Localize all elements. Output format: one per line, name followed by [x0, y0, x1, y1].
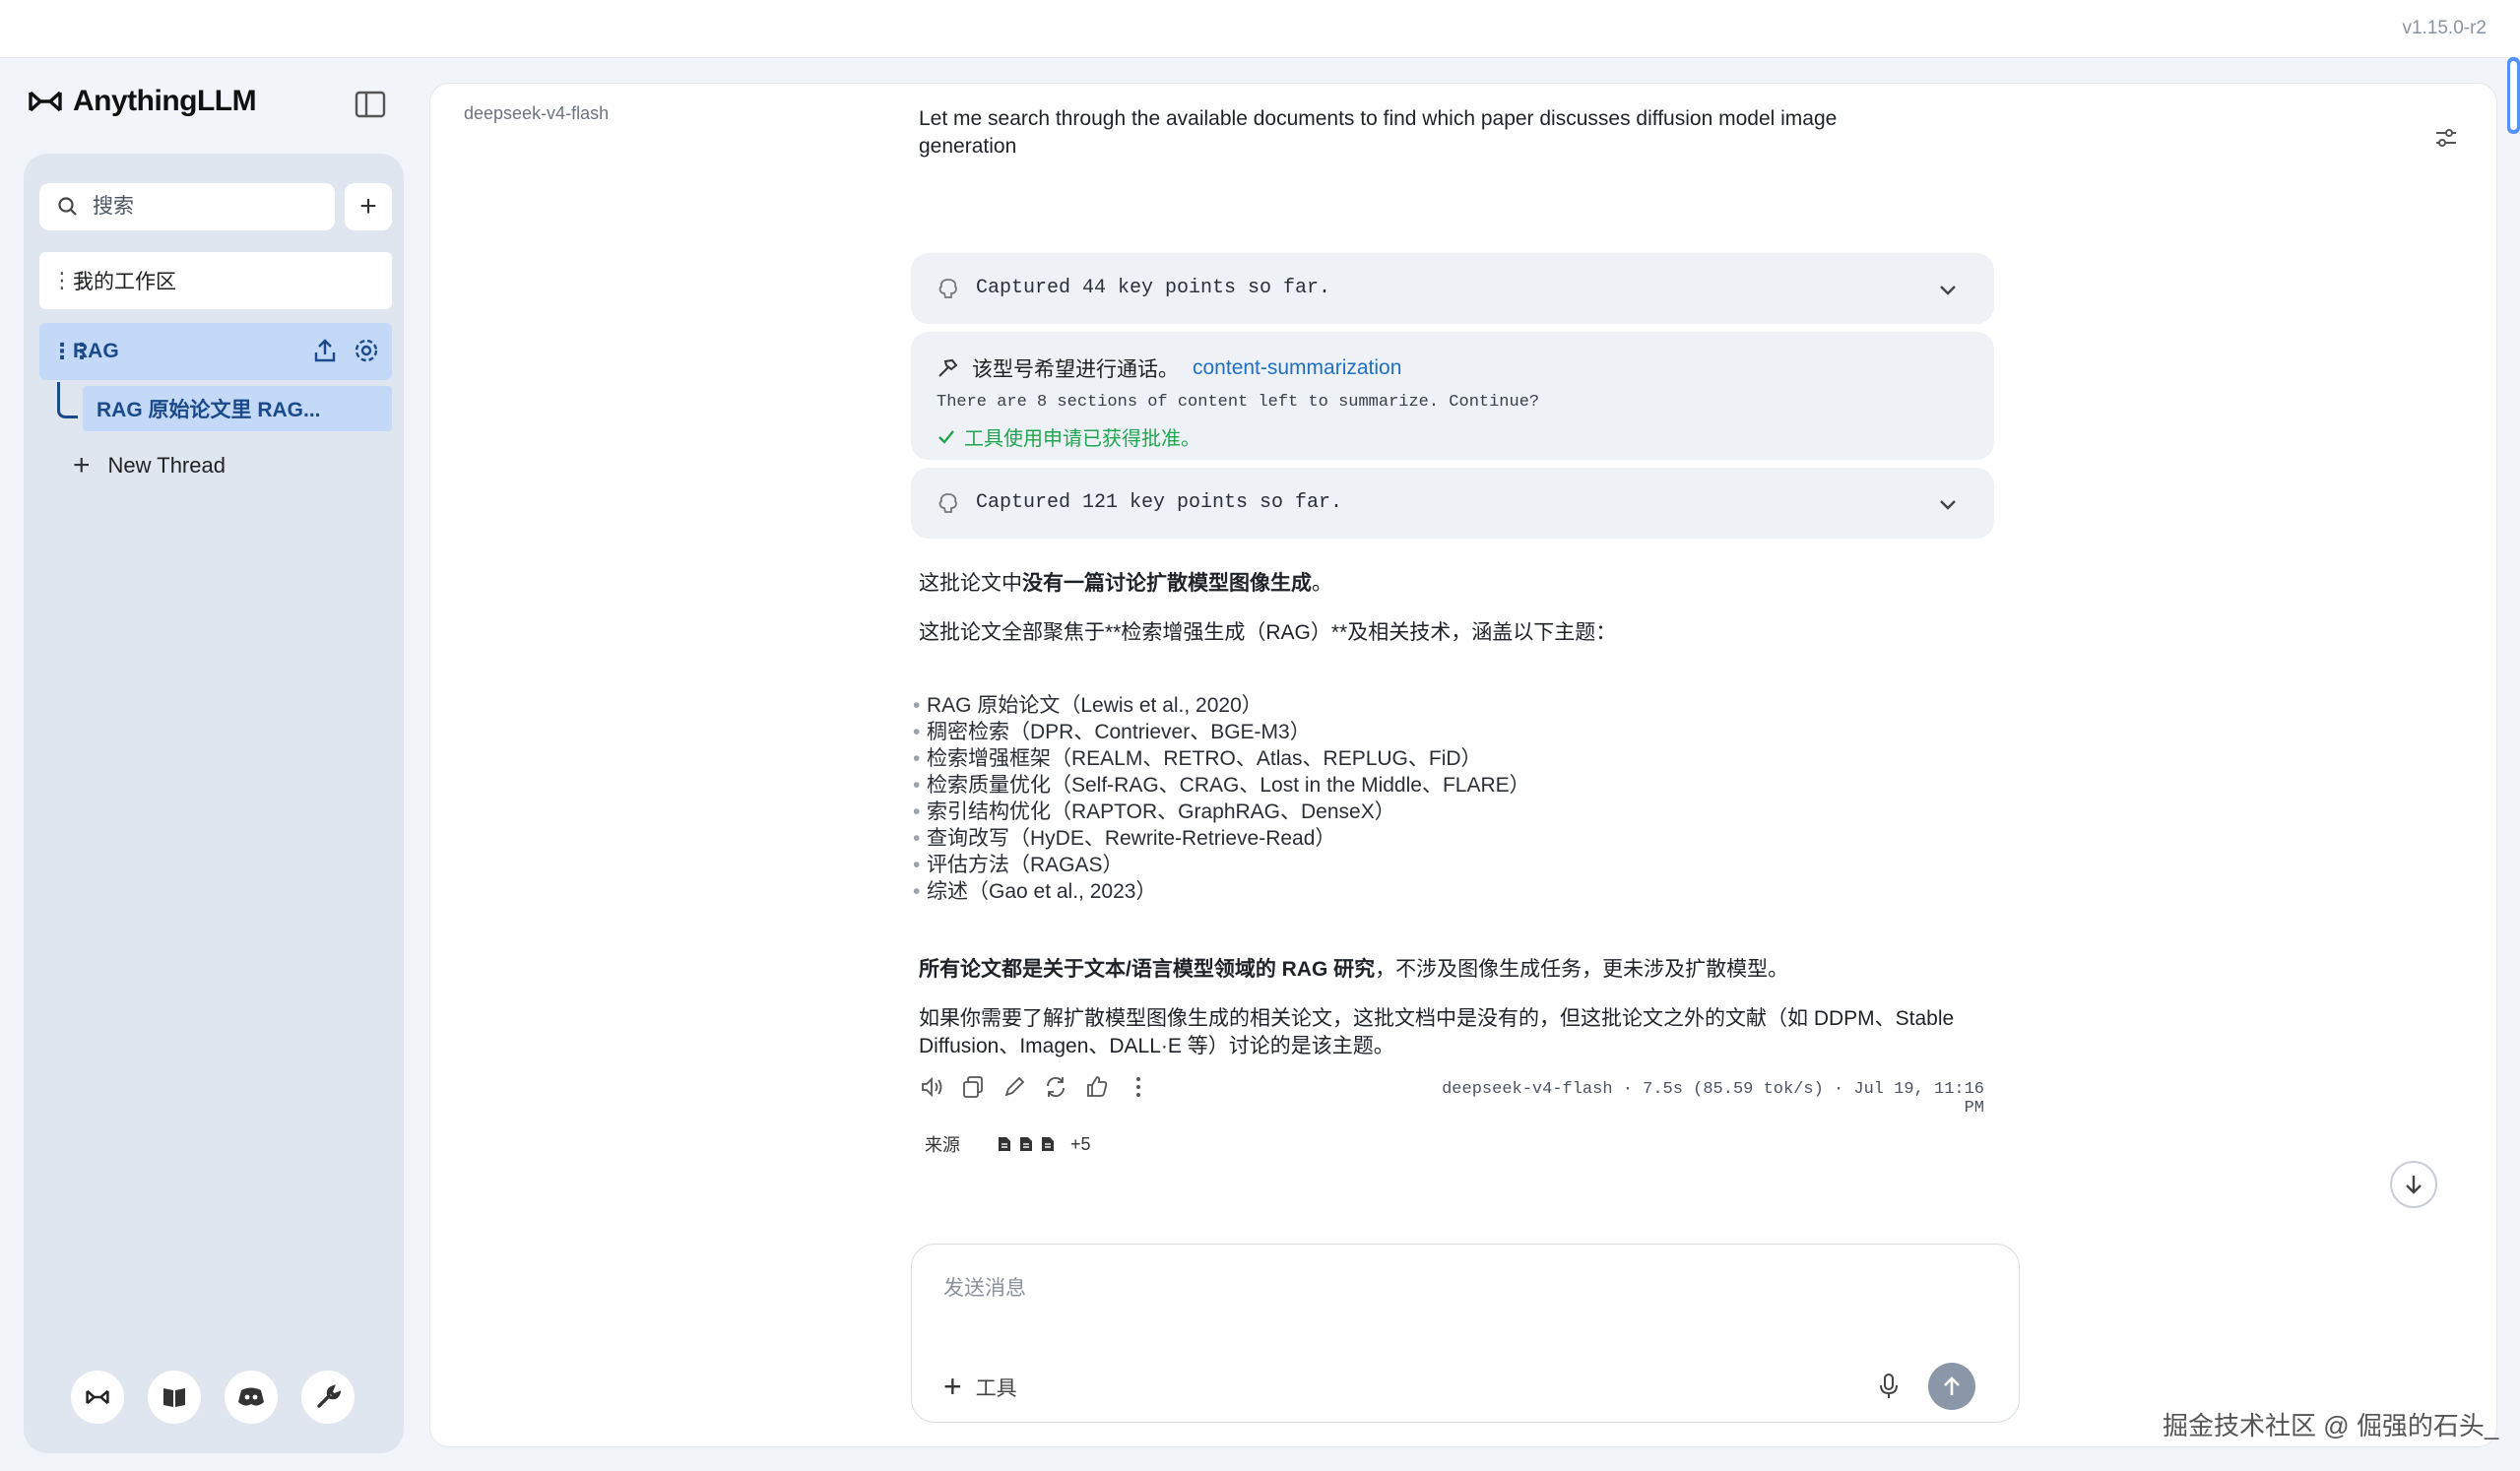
new-thread-label: New Thread	[107, 453, 226, 478]
tool-approved-text: 工具使用申请已获得批准。	[964, 428, 1200, 450]
search-box[interactable]	[39, 183, 335, 230]
answer-paragraph: 所有论文都是关于文本/语言模型领域的 RAG 研究，不涉及图像生成任务，更未涉及…	[919, 956, 1788, 984]
message-actions	[919, 1074, 1151, 1100]
workspace-label: RAG	[73, 340, 119, 362]
anythingllm-home-button[interactable]	[71, 1371, 124, 1424]
tools-label: 工具	[975, 1376, 1017, 1400]
thought-card[interactable]: Captured 44 key points so far.	[911, 253, 1994, 324]
brand-name: AnythingLLM	[73, 85, 257, 117]
drag-handle-icon[interactable]: ⋮⋮	[51, 339, 93, 364]
list-item: 查询改写（HyDE、Rewrite-Retrieve-Read）	[913, 825, 1530, 852]
sources-label: 来源	[925, 1135, 960, 1155]
thought-text: Captured 121 key points so far.	[976, 491, 1343, 514]
version-label: v1.15.0-r2	[2402, 18, 2487, 38]
answer-bold: 没有一篇讨论扩散模型图像生成	[1022, 572, 1312, 595]
search-input[interactable]	[91, 194, 321, 220]
list-item: 综述（Gao et al., 2023）	[913, 878, 1530, 905]
workspace-label: 我的工作区	[73, 271, 176, 293]
list-item: 索引结构优化（RAPTOR、GraphRAG、DenseX）	[913, 799, 1530, 825]
answer-bold: 所有论文都是关于文本/语言模型领域的 RAG 研究	[919, 958, 1376, 981]
plus-icon: +	[73, 449, 91, 481]
message-input[interactable]	[941, 1270, 1930, 1313]
gear-icon[interactable]	[353, 337, 380, 364]
brain-icon	[938, 493, 957, 513]
scroll-to-bottom-button[interactable]	[2390, 1161, 2437, 1208]
pencil-icon[interactable]	[1002, 1074, 1027, 1100]
thread-branch-line	[57, 382, 78, 418]
message-composer: + 工具	[911, 1244, 2020, 1423]
chevron-down-icon[interactable]	[1937, 279, 1959, 300]
discord-icon	[238, 1387, 264, 1406]
tool-name-link[interactable]: content-summarization	[1193, 356, 1401, 380]
list-item: 评估方法（RAGAS）	[913, 852, 1530, 878]
watermark: 掘金技术社区 @ 倔强的石头_	[2163, 1411, 2499, 1440]
sidebar-toggle-icon[interactable]	[355, 91, 386, 118]
message-meta: deepseek-v4-flash · 7.5s (85.59 tok/s) ·…	[1442, 1080, 1984, 1118]
list-item: 检索质量优化（Self-RAG、CRAG、Lost in the Middle、…	[913, 772, 1530, 799]
tool-approved-status: 工具使用申请已获得批准。	[937, 422, 1200, 451]
list-item: 稠密检索（DPR、Contriever、BGE-M3）	[913, 719, 1530, 745]
tool-description: There are 8 sections of content left to …	[937, 393, 1540, 412]
drag-handle-icon[interactable]: ⋮⋮	[51, 268, 93, 293]
regenerate-icon[interactable]	[1043, 1074, 1068, 1100]
document-icon[interactable]	[1019, 1136, 1033, 1152]
wrench-icon	[317, 1384, 341, 1408]
thread-label: RAG 原始论文里 RAG...	[97, 399, 321, 421]
brain-icon	[938, 279, 957, 298]
sliders-icon[interactable]	[2433, 125, 2459, 151]
add-workspace-button[interactable]: +	[345, 183, 392, 230]
tool-title: 该型号希望进行通话。	[972, 358, 1179, 381]
thought-card[interactable]: Captured 121 key points so far.	[911, 468, 1994, 539]
model-label: deepseek-v4-flash	[464, 103, 610, 123]
speaker-icon[interactable]	[919, 1074, 944, 1100]
docs-button[interactable]	[148, 1371, 201, 1424]
arrow-down-icon	[2406, 1176, 2422, 1194]
thumbs-up-icon[interactable]	[1084, 1074, 1110, 1100]
document-icon[interactable]	[998, 1136, 1011, 1152]
thread-item[interactable]: RAG 原始论文里 RAG...	[83, 386, 392, 431]
answer-text: 。	[1312, 572, 1332, 595]
anythingllm-logo-icon	[86, 1389, 109, 1405]
page-scrollbar[interactable]	[2507, 57, 2520, 134]
arrow-up-icon	[1944, 1376, 1960, 1395]
answer-paragraph: 这批论文中没有一篇讨论扩散模型图像生成。	[919, 570, 1332, 598]
chat-panel: deepseek-v4-flash Let me search through …	[429, 83, 2497, 1447]
topic-list: RAG 原始论文（Lewis et al., 2020） 稠密检索（DPR、Co…	[913, 692, 1530, 905]
thought-text: Captured 44 key points so far.	[976, 277, 1331, 299]
book-icon	[163, 1388, 185, 1407]
agent-intro-text: Let me search through the available docu…	[919, 107, 1838, 158]
send-button[interactable]	[1928, 1363, 1975, 1410]
copy-icon[interactable]	[960, 1074, 986, 1100]
workspace-item-my-workspace[interactable]: ⋮⋮ 我的工作区	[39, 252, 392, 309]
list-item: RAG 原始论文（Lewis et al., 2020）	[913, 692, 1530, 719]
top-bar: v1.15.0-r2	[0, 0, 2520, 58]
plus-icon: +	[359, 190, 377, 223]
answer-text: 这批论文中	[919, 572, 1022, 595]
new-thread-button[interactable]: + New Thread	[73, 449, 226, 482]
brand-logo[interactable]: AnythingLLM	[28, 85, 257, 118]
hammer-icon	[938, 358, 958, 377]
plus-icon: +	[943, 1369, 962, 1404]
answer-text: ，不涉及图像生成任务，更未涉及扩散模型。	[1375, 958, 1789, 981]
list-item: 检索增强框架（REALM、RETRO、Atlas、REPLUG、FiD）	[913, 745, 1530, 772]
answer-paragraph: 这批论文全部聚焦于**检索增强生成（RAG）**及相关技术，涵盖以下主题：	[919, 621, 1617, 644]
anythingllm-logo-icon	[29, 91, 62, 112]
tool-approval-card: 该型号希望进行通话。 content-summarization There a…	[911, 332, 1994, 460]
check-icon	[938, 429, 954, 444]
settings-wrench-button[interactable]	[301, 1371, 355, 1424]
microphone-icon[interactable]	[1877, 1373, 1901, 1400]
tools-button[interactable]: + 工具	[943, 1369, 1017, 1405]
sources-row[interactable]: 来源 +5	[925, 1131, 1091, 1157]
answer-paragraph: 如果你需要了解扩散模型图像生成的相关论文，这批文档中是没有的，但这批论文之外的文…	[919, 1007, 1955, 1057]
discord-button[interactable]	[225, 1371, 278, 1424]
workspace-item-rag[interactable]: ⋮⋮ RAG	[39, 323, 392, 380]
sidebar: + ⋮⋮ 我的工作区 ⋮⋮ RAG RAG 原始论文里 RAG... + New…	[24, 154, 404, 1453]
upload-icon[interactable]	[311, 337, 339, 364]
document-icon[interactable]	[1041, 1136, 1055, 1152]
more-vertical-icon[interactable]	[1126, 1074, 1151, 1100]
chevron-down-icon[interactable]	[1937, 493, 1959, 515]
more-sources-count: +5	[1070, 1133, 1091, 1154]
search-icon	[58, 197, 77, 216]
